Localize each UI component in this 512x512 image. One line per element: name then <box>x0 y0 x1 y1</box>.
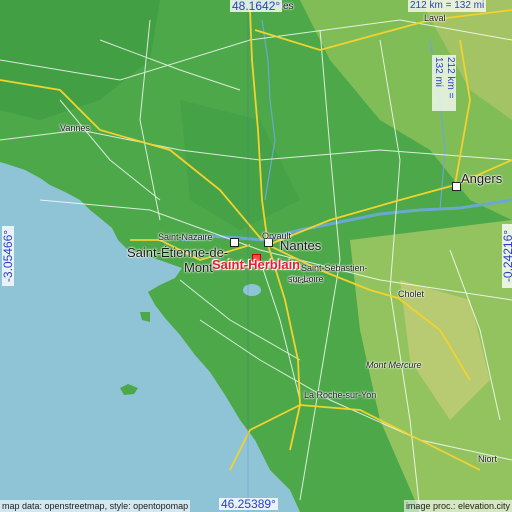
saint-nazaire-marker <box>230 238 239 247</box>
place-label-la-roche-sur-yon: La Roche-sur-Yon <box>304 390 377 400</box>
place-label-nantes: Nantes <box>280 238 322 253</box>
place-label-mont-mercure: Mont Mercure <box>366 360 422 370</box>
place-label-laval: Laval <box>424 13 446 23</box>
place-label-saint-sebastien: Saint-Sébastien- <box>301 263 368 273</box>
place-label-angers: Angers <box>461 171 503 186</box>
place-label-saint-sebastien-2: sur-Loire <box>288 274 324 284</box>
place-label-niort: Niort <box>478 454 498 464</box>
image-credit: image proc.: elevation.city <box>403 500 512 512</box>
coord-bottom: 46.25389° <box>219 497 278 511</box>
place-label-saint-etienne-2: Mont <box>184 260 213 275</box>
scale-vertical: 212 km = 132 mi <box>432 55 456 111</box>
angers-marker <box>452 182 461 191</box>
focus-place-label: Saint-Herblain <box>212 257 301 272</box>
scale-horizontal: 212 km = 132 mi <box>408 0 487 12</box>
place-label-vannes: Vannes <box>60 123 90 133</box>
map-credit: map data: openstreetmap, style: opentopo… <box>0 500 191 512</box>
place-label-rennes: es <box>283 1 294 12</box>
place-label-cholet: Cholet <box>398 289 425 299</box>
coord-right: -0.24216° <box>501 224 512 288</box>
coord-top: 48.1642° <box>230 0 283 13</box>
place-label-saint-nazaire: Saint-Nazaire <box>158 232 213 242</box>
lake <box>243 284 261 296</box>
coord-left: -3.05466° <box>1 226 15 286</box>
